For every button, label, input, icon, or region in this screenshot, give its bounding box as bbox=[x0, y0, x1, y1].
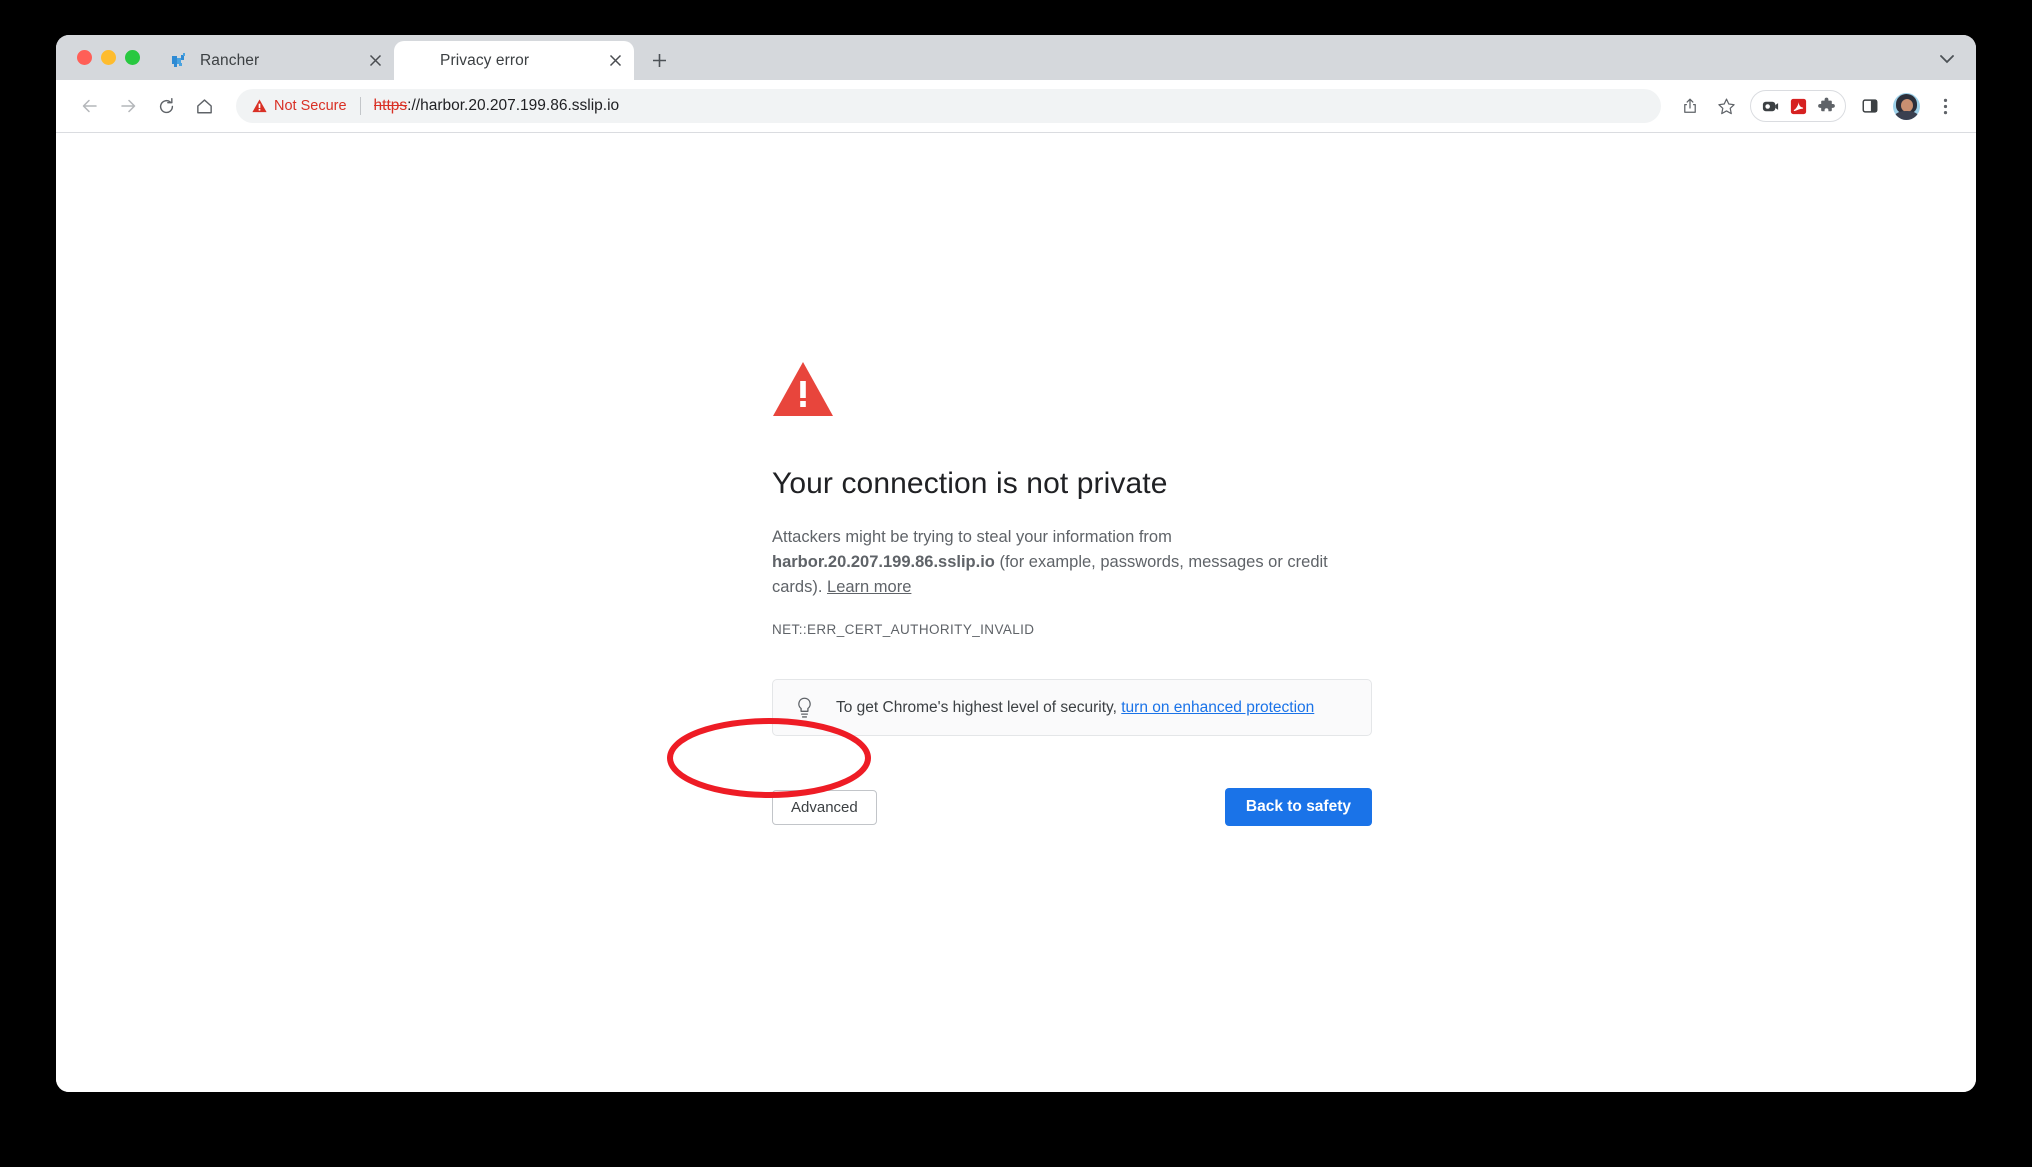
error-code: NET::ERR_CERT_AUTHORITY_INVALID bbox=[772, 622, 1035, 638]
close-icon[interactable] bbox=[364, 50, 386, 72]
page-content: Your connection is not private Attackers… bbox=[56, 133, 1976, 1092]
reload-button[interactable] bbox=[148, 88, 184, 124]
close-icon[interactable] bbox=[604, 50, 626, 72]
advanced-button[interactable]: Advanced bbox=[772, 789, 877, 825]
forward-button[interactable] bbox=[110, 88, 146, 124]
tab-title-rancher: Rancher bbox=[200, 51, 260, 69]
error-description: Attackers might be trying to steal your … bbox=[772, 525, 1372, 600]
tab-privacy-error[interactable]: Privacy error bbox=[394, 41, 634, 80]
browser-window: Rancher Privacy error Not Secure https:/… bbox=[56, 35, 1976, 1092]
warning-triangle-icon bbox=[772, 361, 1372, 422]
tab-search-chevron-down-icon[interactable] bbox=[1932, 44, 1962, 74]
close-window-button[interactable] bbox=[77, 50, 92, 65]
blank-favicon-icon bbox=[410, 52, 428, 70]
chrome-menu-icon[interactable] bbox=[1928, 89, 1962, 123]
tab-title-privacy-error: Privacy error bbox=[440, 51, 530, 69]
page-title: Your connection is not private bbox=[772, 467, 1168, 500]
window-controls bbox=[56, 35, 154, 80]
share-icon[interactable] bbox=[1673, 89, 1707, 123]
not-secure-label: Not Secure bbox=[274, 98, 347, 114]
extensions-puzzle-icon[interactable] bbox=[1814, 94, 1838, 118]
enhanced-protection-prefix: To get Chrome's highest level of securit… bbox=[836, 698, 1122, 716]
new-tab-button[interactable] bbox=[642, 43, 676, 77]
minimize-window-button[interactable] bbox=[101, 50, 116, 65]
ssl-interstitial: Your connection is not private Attackers… bbox=[772, 361, 1372, 827]
enhanced-protection-text: To get Chrome's highest level of securit… bbox=[836, 699, 1314, 717]
omnibox-divider bbox=[359, 97, 361, 115]
screen-recorder-extension-icon[interactable] bbox=[1758, 94, 1782, 118]
tab-strip: Rancher Privacy error bbox=[56, 35, 1976, 80]
url-scheme-struck: https bbox=[373, 97, 408, 114]
address-bar[interactable]: Not Secure https://harbor.20.207.199.86.… bbox=[236, 89, 1661, 123]
url-text: https://harbor.20.207.199.86.sslip.io bbox=[374, 97, 620, 115]
lightbulb-icon bbox=[796, 697, 814, 719]
tab-rancher[interactable]: Rancher bbox=[154, 41, 394, 80]
turn-on-enhanced-protection-link[interactable]: turn on enhanced protection bbox=[1121, 699, 1314, 716]
enhanced-protection-banner: To get Chrome's highest level of securit… bbox=[772, 679, 1372, 737]
home-button[interactable] bbox=[186, 88, 222, 124]
bookmark-star-icon[interactable] bbox=[1709, 89, 1743, 123]
error-host: harbor.20.207.199.86.sslip.io bbox=[772, 553, 995, 572]
side-panel-icon[interactable] bbox=[1853, 89, 1887, 123]
interstitial-button-row: Advanced Back to safety bbox=[772, 788, 1372, 827]
rancher-logo-icon bbox=[170, 52, 188, 70]
warning-triangle-icon bbox=[252, 99, 267, 113]
maximize-window-button[interactable] bbox=[125, 50, 140, 65]
back-button[interactable] bbox=[72, 88, 108, 124]
security-status[interactable]: Not Secure bbox=[252, 98, 347, 114]
extensions-group bbox=[1750, 90, 1846, 122]
back-to-safety-button[interactable]: Back to safety bbox=[1224, 788, 1372, 827]
adobe-acrobat-extension-icon[interactable] bbox=[1786, 94, 1810, 118]
url-rest: ://harbor.20.207.199.86.sslip.io bbox=[407, 97, 620, 114]
avatar[interactable] bbox=[1893, 92, 1920, 120]
learn-more-link[interactable]: Learn more bbox=[827, 578, 911, 596]
error-body-prefix: Attackers might be trying to steal your … bbox=[772, 528, 1172, 546]
browser-toolbar: Not Secure https://harbor.20.207.199.86.… bbox=[56, 80, 1976, 133]
